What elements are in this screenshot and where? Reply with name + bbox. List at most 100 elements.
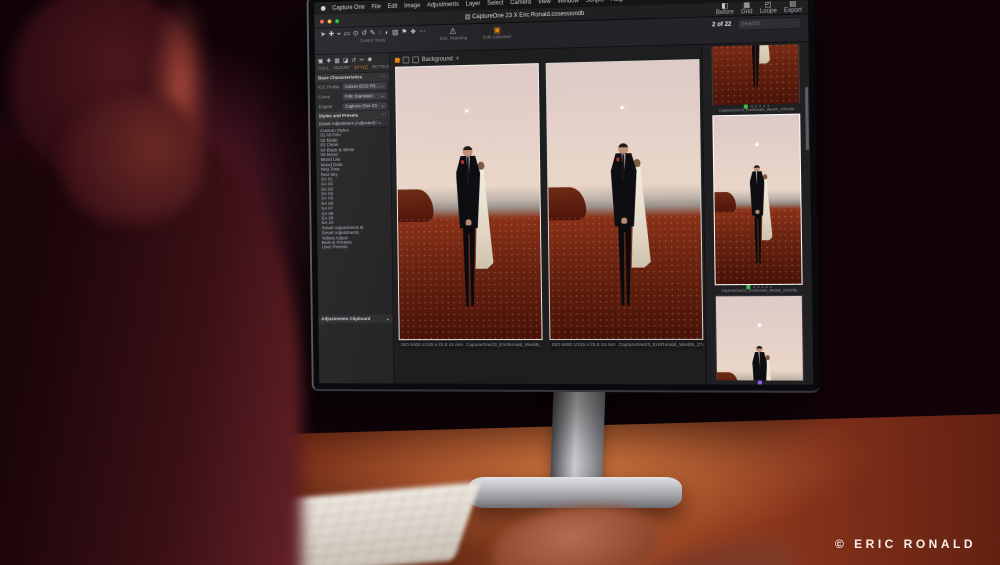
menu-item[interactable]: Scripts: [586, 0, 604, 3]
wedding-thumb: [715, 295, 804, 381]
thumb-meta: [758, 380, 762, 384]
menu-item[interactable]: Capture One: [332, 4, 365, 11]
layer-name-label[interactable]: Background: [422, 56, 453, 63]
menu-item[interactable]: File: [372, 4, 381, 10]
sidebar-tool-icon[interactable]: ◪: [343, 56, 349, 63]
edit-selected-icon: ▣: [493, 25, 501, 34]
cursor-tool-icon[interactable]: ❖: [410, 28, 416, 37]
thumbnail-partial[interactable]: [711, 44, 800, 105]
layer-color-chip: [395, 58, 400, 63]
menu-item[interactable]: Select: [487, 0, 503, 6]
layer-icon[interactable]: [403, 57, 410, 64]
filmstrip-panel: CaptureOne23_EricRonald_Wedds_004/256: [701, 42, 813, 385]
cursor-tool-icon[interactable]: ⚑: [401, 28, 407, 37]
thumb-caption: CaptureOne23_EricRonald_Wedds_004/256: [718, 108, 793, 113]
view-buttons: ◧ Before ▦ Grid ◰ Loupe: [716, 0, 802, 16]
color-tag[interactable]: [758, 380, 762, 384]
groom-hands: [466, 219, 472, 226]
cursor-tool-icon[interactable]: ✚: [329, 30, 335, 39]
exposure-warning-label: Exp. Warning: [439, 36, 467, 42]
wedding-thumb: [711, 44, 800, 105]
groom-head: [618, 143, 628, 154]
panel-more-icon[interactable]: ⋯: [381, 74, 386, 79]
image-viewer: Background +: [390, 45, 706, 385]
tool-tab[interactable]: ADJUST: [333, 66, 350, 71]
cursor-tool-icon[interactable]: ◐: [385, 29, 389, 38]
sidebar-tool-icon[interactable]: ✂: [359, 56, 364, 63]
panel-more-icon[interactable]: ⋯: [382, 112, 387, 117]
cursor-tool-icon[interactable]: ⌖: [337, 30, 341, 39]
view-button[interactable]: ▤ Export: [784, 0, 802, 14]
cursor-tool-icon[interactable]: ⊙: [353, 29, 359, 38]
thumbnail-next[interactable]: [715, 295, 804, 381]
cursor-tool-icon[interactable]: ⋯: [419, 27, 426, 36]
zoom-window-button[interactable]: [335, 19, 339, 23]
person-beard: [62, 96, 204, 224]
curve-dropdown[interactable]: Film Standard⌄: [343, 92, 387, 100]
cursor-tool-icon[interactable]: ✎: [370, 29, 376, 38]
add-layer-button[interactable]: +: [456, 56, 459, 62]
chevron-down-icon[interactable]: ⌄: [386, 316, 390, 321]
menu-item[interactable]: Camera: [510, 0, 531, 6]
photo-filename: CaptureOne23_EricRonald_Wedds_206/256: [466, 343, 543, 348]
photo-status-bar: ISO 6400 1/125 s f/2.8 24 mm CaptureOne2…: [399, 340, 543, 350]
mask-icon[interactable]: [412, 56, 419, 63]
cursor-tool-icon[interactable]: ◌: [378, 29, 382, 38]
cursor-tool-icon[interactable]: ➤: [320, 30, 326, 39]
icc-profile-dropdown[interactable]: Canon EOS R5 ProStandard⌄: [343, 82, 387, 90]
view-button[interactable]: ◰ Loupe: [760, 1, 777, 15]
edit-selected-label: Edit Selected: [483, 35, 511, 41]
view-button[interactable]: ◧ Before: [716, 2, 734, 16]
sidebar-tool-icon[interactable]: ▦: [334, 57, 340, 64]
groom-head: [463, 146, 473, 157]
cursor-tool-icon[interactable]: ↺: [361, 29, 367, 38]
engine-dropdown[interactable]: Capture One 23⌄: [343, 102, 387, 110]
view-button-label: Loupe: [760, 8, 777, 15]
adjustments-clipboard-header[interactable]: Adjustments Clipboard⌄: [318, 315, 392, 324]
menu-item[interactable]: Layer: [466, 1, 481, 7]
moon: [465, 110, 468, 113]
view-button-label: Grid: [741, 9, 753, 15]
cursor-tool-icon[interactable]: ▧: [392, 28, 398, 37]
thumbnail-selected[interactable]: [712, 114, 802, 286]
apple-menu-icon[interactable]: [321, 6, 326, 11]
cursor-tools-label: Cursor Tools: [360, 38, 386, 43]
menu-item[interactable]: Window: [558, 0, 579, 4]
sidebar-tool-icon[interactable]: ▣: [318, 57, 324, 64]
photo-status-bar: ISO 6400 1/125 s f/2.8 24 mm CaptureOne2…: [549, 340, 703, 350]
rating-dots[interactable]: [750, 105, 768, 107]
exif-info: ISO 6400 1/125 s f/2.8 24 mm: [552, 343, 616, 348]
wedding-photo-left[interactable]: [395, 63, 543, 340]
view-button-label: Export: [784, 8, 802, 15]
chevron-down-icon: ⌄: [380, 83, 384, 88]
monitor-stand-base: [468, 477, 682, 508]
menu-item[interactable]: Adjustments: [427, 1, 459, 8]
minimize-window-button[interactable]: [328, 19, 332, 23]
sidebar-tool-icon[interactable]: ✚: [326, 57, 331, 64]
thumb-caption: CaptureOne23_EricRonald_Wedds_006/256: [721, 289, 796, 293]
menu-item[interactable]: Help: [611, 0, 623, 3]
cursor-tool-icon[interactable]: ▭: [344, 30, 350, 39]
wedding-thumb: [712, 114, 802, 286]
boutonniere: [461, 160, 464, 163]
filmstrip-scrollbar[interactable]: [805, 87, 809, 150]
view-button[interactable]: ▦ Grid: [741, 2, 753, 16]
menu-item[interactable]: Edit: [387, 3, 397, 9]
menu-item[interactable]: View: [538, 0, 551, 5]
wedding-photo-right[interactable]: [546, 59, 704, 340]
tools-sidebar: ▣✚▦◪↺✂✱ CULLADJUSTSTYLERETOUCHREFINE Bas…: [315, 53, 395, 383]
exif-info: ISO 6400 1/125 s f/2.8 24 mm: [401, 343, 463, 348]
edit-selected-button[interactable]: ▣ Edit Selected: [480, 25, 515, 41]
sidebar-tool-icon[interactable]: ↺: [351, 56, 356, 63]
search-input[interactable]: [736, 17, 802, 31]
tool-tab[interactable]: CULL: [318, 66, 329, 71]
warning-icon: ⚠: [449, 27, 456, 36]
menu-item[interactable]: Image: [404, 3, 420, 9]
close-window-button[interactable]: [320, 19, 324, 23]
sidebar-tool-icon[interactable]: ✱: [367, 56, 372, 63]
exposure-warning-button[interactable]: ⚠ Exp. Warning: [435, 26, 470, 42]
boutonniere: [616, 158, 619, 161]
studio-display-monitor: Capture One File Edit Image Adjustments Layer…: [307, 0, 820, 393]
tool-tab[interactable]: STYLE: [354, 65, 368, 70]
rating-dots[interactable]: [753, 286, 771, 288]
